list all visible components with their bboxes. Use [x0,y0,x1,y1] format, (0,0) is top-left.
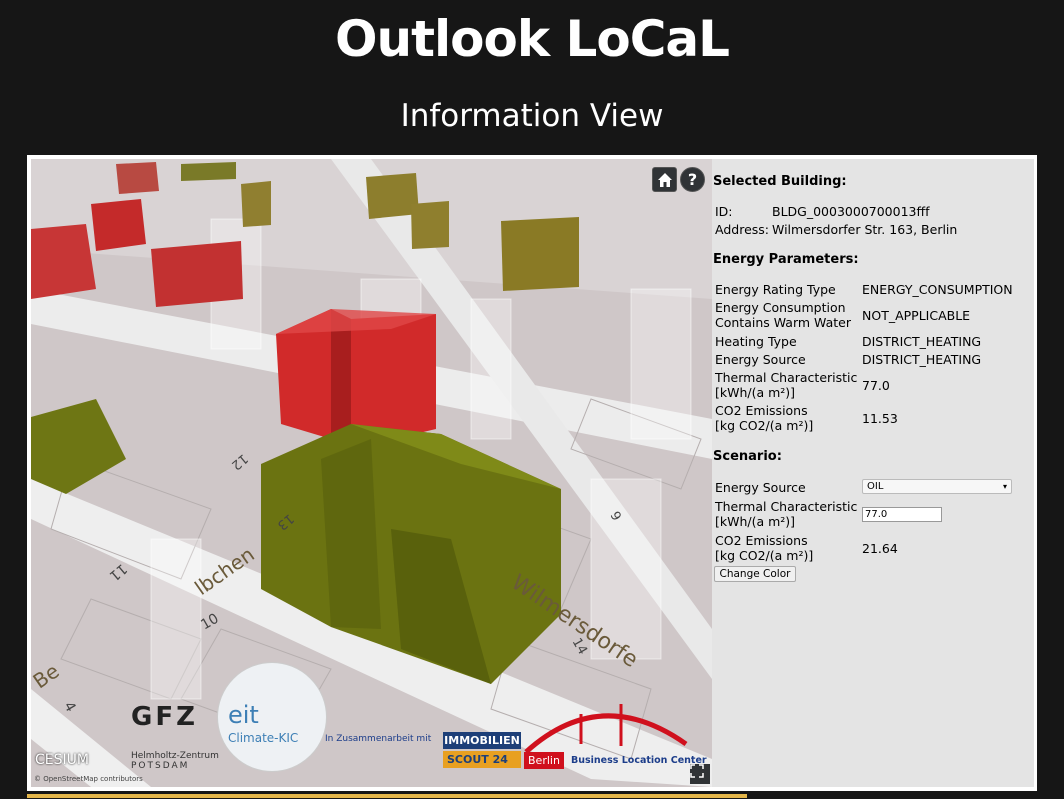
energy-value: DISTRICT_HEATING [862,334,982,349]
energy-key: Energy Rating Type [715,282,836,297]
energy-value: ENERGY_CONSUMPTION [862,282,1013,297]
scenario-source-label: Energy Source [715,480,806,495]
cesium-map-viewer[interactable]: Wilmersdorfe lbchen Be 10 11 12 13 14 9 … [31,159,712,787]
blc-logo-text: Business Location Center [571,755,707,766]
energy-value: 77.0 [862,378,890,393]
osm-credit: © OpenStreetMap contributors [34,775,143,783]
energy-source-selected: OIL [867,481,884,492]
id-value: BLDG_0003000700013fff [772,204,930,219]
gfz-logo-sub2: POTSDAM [131,761,190,771]
progress-bar [27,794,747,798]
energy-key: CO2 Emissions [715,403,808,418]
energy-parameters-heading: Energy Parameters: [713,252,859,267]
scenario-co2-unit: [kg CO2/(a m²)] [715,548,814,563]
eit-logo: eit Climate-KIC [217,662,327,772]
id-label: ID: [715,204,733,219]
page-subtitle: Information View [400,98,664,134]
scenario-heading: Scenario: [713,449,782,464]
scout24-logo: SCOUT 24 [443,751,521,768]
berlin-logo: Berlin [524,752,564,769]
energy-value: 11.53 [862,411,898,426]
energy-value: NOT_APPLICABLE [862,308,971,323]
energy-key: Heating Type [715,334,797,349]
blc-logo-arc [524,704,688,754]
energy-source-select[interactable]: OIL ▾ [862,479,1012,494]
question-icon: ? [687,170,698,189]
gfz-logo: GFZ [131,702,198,732]
immobilien-logo: IMMOBILIEN [443,732,521,749]
address-value: Wilmersdorfer Str. 163, Berlin [772,222,958,237]
fullscreen-icon [690,764,704,778]
energy-value: DISTRICT_HEATING [862,352,982,367]
cooperation-text: In Zusammenarbeit mit [325,734,432,744]
home-button[interactable] [652,167,677,192]
energy-key: Contains Warm Water [715,315,851,330]
fullscreen-button[interactable] [690,764,710,784]
chevron-down-icon: ▾ [1002,482,1007,491]
energy-key: [kg CO2/(a m²)] [715,418,814,433]
info-panel: Selected Building: ID: BLDG_000300070001… [712,159,1034,787]
scenario-co2-value: 21.64 [862,541,898,556]
selected-building-heading: Selected Building: [713,174,847,189]
scenario-co2-label: CO2 Emissions [715,533,808,548]
energy-key: Energy Consumption [715,300,846,315]
cesium-logo: CESIUM [35,752,89,768]
gfz-logo-sub1: Helmholtz-Zentrum [131,751,219,761]
home-icon [657,172,672,187]
thermal-characteristic-input[interactable]: 77.0 [862,507,942,522]
scenario-thermal-unit: [kWh/(a m²)] [715,514,796,529]
energy-key: Thermal Characteristic [715,370,858,385]
eit-logo-sub: Climate-KIC [228,731,299,745]
help-button[interactable]: ? [680,167,705,192]
scenario-thermal-label: Thermal Characteristic [715,499,858,514]
page-title: Outlook LoCaL [334,10,730,68]
eit-logo-text: eit [228,701,259,729]
address-label: Address: [715,222,769,237]
change-color-button[interactable]: Change Color [714,566,796,582]
energy-key: [kWh/(a m²)] [715,385,796,400]
energy-key: Energy Source [715,352,806,367]
map-scene [31,159,712,787]
